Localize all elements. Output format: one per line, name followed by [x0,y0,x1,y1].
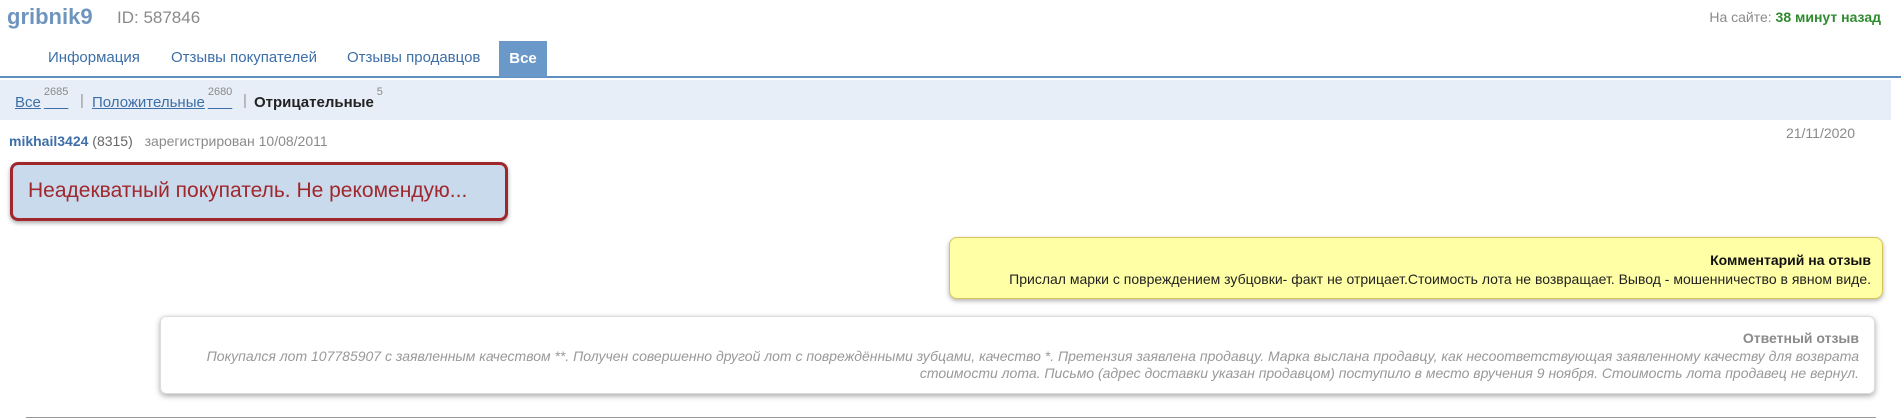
reviewer-rating: (8315) [92,133,133,149]
online-time: 38 минут назад [1775,9,1881,25]
comment-text: Прислал марки с повреждением зубцовки- ф… [1009,271,1871,287]
tab-buyer-reviews[interactable]: Отзывы покупателей [171,49,317,66]
filter-separator: | [243,92,247,109]
filter-all-count: 2685 [43,86,69,98]
review-filter-bar: Все2685 | Положительные2680 | Отрицатель… [0,80,1891,120]
filter-all-label: Все [15,94,41,111]
response-text: Покупался лот 107785907 с заявленным кач… [206,348,1859,381]
tab-bar: Информация Отзывы покупателей Отзывы про… [0,40,1901,78]
tab-info[interactable]: Информация [48,49,140,66]
review-box: Неадекватный покупатель. Не рекомендую..… [10,162,508,221]
filter-separator: | [80,92,84,109]
filter-negative: Отрицательные5 [254,86,383,111]
comment-box: Комментарий на отзыв Прислал марки с пов… [949,237,1883,299]
reviewer-registered: зарегистрирован 10/08/2011 [144,133,328,149]
divider [26,417,1876,418]
online-label: На сайте: [1709,9,1772,25]
profile-id: ID: 587846 [117,8,201,27]
filter-positive[interactable]: Положительные2680 [92,86,232,111]
filter-positive-count: 2680 [207,86,233,98]
tab-all[interactable]: Все [499,41,547,77]
tab-seller-reviews[interactable]: Отзывы продавцов [347,49,480,66]
profile-username[interactable]: gribnik9 [7,4,93,30]
reviewer-info: mikhail3424 (8315) зарегистрирован 10/08… [9,133,328,149]
profile-header: gribnik9 ID: 587846 На сайте: 38 минут н… [0,0,1901,38]
response-box: Ответный отзыв Покупался лот 107785907 с… [160,316,1875,394]
review-text: Неадекватный покупатель. Не рекомендую..… [28,179,468,202]
filter-negative-label: Отрицательные [254,94,374,111]
filter-positive-label: Положительные [92,94,205,111]
review-date: 21/11/2020 [1785,125,1855,141]
response-title: Ответный отзыв [1742,330,1859,346]
filter-all[interactable]: Все2685 [15,86,68,111]
filter-negative-count: 5 [376,86,383,98]
online-status: На сайте: 38 минут назад [1709,9,1881,25]
comment-title: Комментарий на отзыв [1710,252,1871,268]
reviewer-name[interactable]: mikhail3424 [9,133,88,149]
